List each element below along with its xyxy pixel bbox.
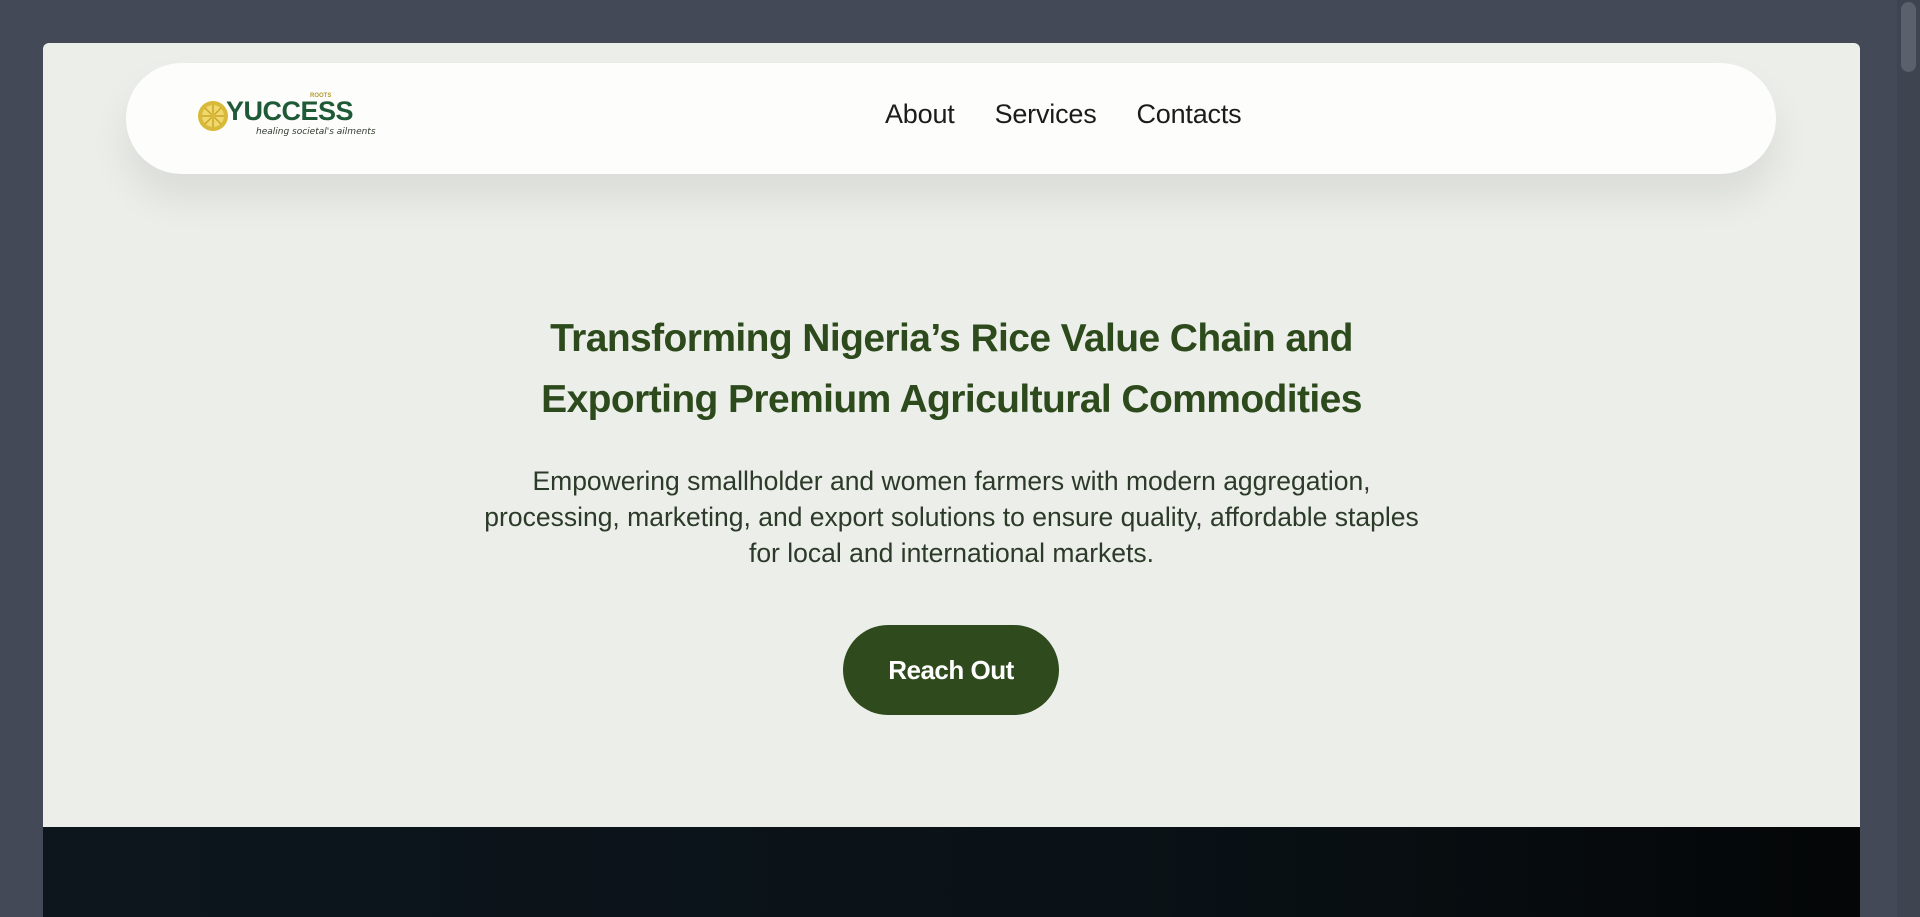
hero-subtitle: Empowering smallholder and women farmers…: [43, 463, 1860, 571]
reach-out-button[interactable]: Reach Out: [843, 625, 1059, 715]
dark-section: [43, 827, 1860, 917]
brand-logo[interactable]: ROOTS YUCCESS healing societal's ailment…: [196, 93, 376, 145]
hero-subtitle-line: for local and international markets.: [748, 538, 1155, 568]
hero-subtitle-line: processing, marketing, and export soluti…: [484, 502, 1419, 532]
lemon-slice-icon: [198, 101, 228, 131]
nav-link-about[interactable]: About: [885, 101, 955, 128]
hero-title: Transforming Nigeria’s Rice Value Chain …: [43, 308, 1860, 430]
hero-title-line: Transforming Nigeria’s Rice Value Chain …: [550, 317, 1353, 360]
nav-link-contacts[interactable]: Contacts: [1137, 101, 1242, 128]
brand-tagline: healing societal's ailments: [256, 127, 376, 137]
main-nav: About Services Contacts: [885, 101, 1242, 128]
hero-title-line: Exporting Premium Agricultural Commoditi…: [541, 378, 1362, 421]
hero-subtitle-line: Empowering smallholder and women farmers…: [532, 466, 1371, 496]
scrollbar-thumb[interactable]: [1901, 2, 1916, 72]
nav-link-services[interactable]: Services: [995, 101, 1097, 128]
page-scrollbar[interactable]: [1897, 0, 1920, 917]
page-frame: ROOTS YUCCESS healing societal's ailment…: [43, 43, 1860, 917]
navbar: ROOTS YUCCESS healing societal's ailment…: [126, 63, 1776, 174]
brand-wordmark: YUCCESS: [226, 96, 354, 126]
